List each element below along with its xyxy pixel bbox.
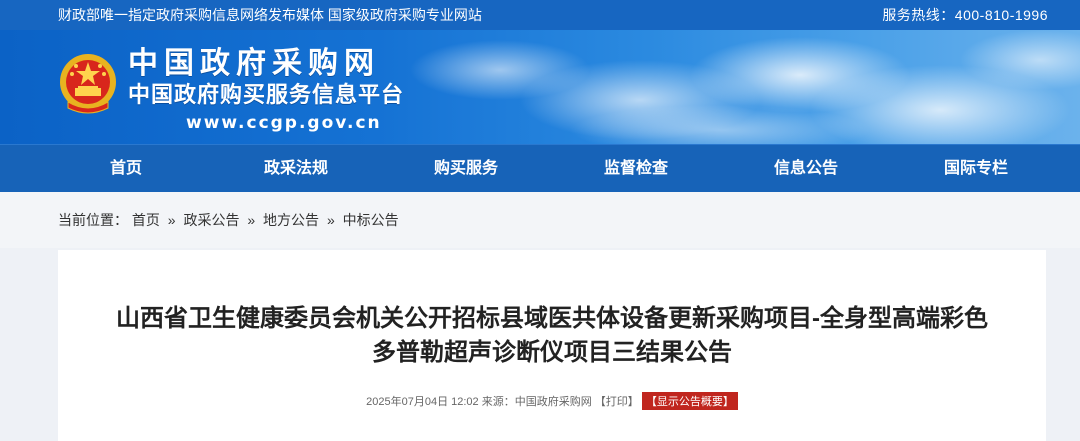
breadcrumb-separator: » <box>167 212 176 228</box>
nav-item-home[interactable]: 首页 <box>41 145 211 192</box>
main-nav: 首页 政采法规 购买服务 监督检查 信息公告 国际专栏 <box>0 144 1080 192</box>
breadcrumb-prefix: 当前位置： <box>58 212 128 228</box>
site-title: 中国政府采购网 <box>128 46 380 81</box>
show-summary-button[interactable]: 【显示公告概要】 <box>641 392 738 410</box>
nav-item-supervision[interactable]: 监督检查 <box>551 145 721 192</box>
article-panel: 山西省卫生健康委员会机关公开招标县域医共体设备更新采购项目-全身型高端彩色 多普… <box>58 250 1046 441</box>
article-meta: 2025年07月04日 12:02 来源：中国政府采购网 【打印】 【显示公告概… <box>58 392 1046 410</box>
breadcrumb-local-notices[interactable]: 地方公告 <box>263 212 319 228</box>
article-title-line2: 多普勒超声诊断仪项目三结果公告 <box>372 339 732 366</box>
breadcrumb: 当前位置： 首页 » 政采公告 » 地方公告 » 中标公告 <box>0 192 1080 248</box>
nav-item-purchase-services[interactable]: 购买服务 <box>381 145 551 192</box>
article-title: 山西省卫生健康委员会机关公开招标县域医共体设备更新采购项目-全身型高端彩色 多普… <box>58 302 1046 370</box>
national-emblem-icon <box>60 54 116 114</box>
site-logo[interactable]: 中国政府采购网 中国政府购买服务信息平台 www.ccgp.gov.cn <box>128 46 404 136</box>
service-hotline: 服务热线：400-810-1996 <box>882 7 1048 23</box>
breadcrumb-separator: » <box>326 212 335 228</box>
article-source: 来源：中国政府采购网 <box>481 396 592 408</box>
publish-date: 2025年07月04日 12:02 <box>366 396 479 408</box>
site-slogan: 财政部唯一指定政府采购信息网络发布媒体 国家级政府采购专业网站 <box>58 7 482 23</box>
header-banner: 中国政府采购网 中国政府购买服务信息平台 www.ccgp.gov.cn <box>0 30 1080 144</box>
cloud-background <box>410 30 1080 144</box>
breadcrumb-procurement-notices[interactable]: 政采公告 <box>183 212 239 228</box>
article-title-line1: 山西省卫生健康委员会机关公开招标县域医共体设备更新采购项目-全身型高端彩色 <box>116 305 988 332</box>
nav-item-international[interactable]: 国际专栏 <box>891 145 1061 192</box>
breadcrumb-home[interactable]: 首页 <box>132 212 160 228</box>
print-link[interactable]: 【打印】 <box>595 396 639 408</box>
top-bar: 财政部唯一指定政府采购信息网络发布媒体 国家级政府采购专业网站 服务热线：400… <box>0 0 1080 30</box>
nav-item-regulations[interactable]: 政采法规 <box>211 145 381 192</box>
site-url: www.ccgp.gov.cn <box>186 113 382 133</box>
nav-item-announcements[interactable]: 信息公告 <box>721 145 891 192</box>
site-subtitle: 中国政府购买服务信息平台 <box>128 83 405 108</box>
breadcrumb-separator: » <box>247 212 256 228</box>
breadcrumb-award-notices[interactable]: 中标公告 <box>343 212 399 228</box>
